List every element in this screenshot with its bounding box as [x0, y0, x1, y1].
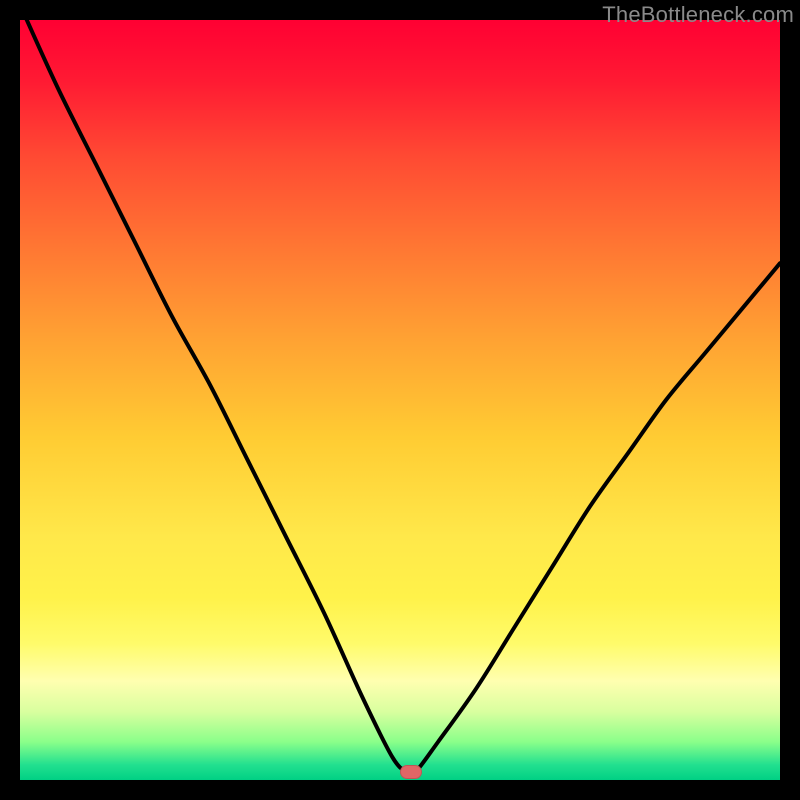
bottleneck-curve [20, 20, 780, 775]
curve-svg [20, 20, 780, 780]
chart-frame: TheBottleneck.com [0, 0, 800, 800]
watermark-text: TheBottleneck.com [602, 2, 794, 28]
plot-area [20, 20, 780, 780]
minimum-marker [400, 765, 422, 779]
